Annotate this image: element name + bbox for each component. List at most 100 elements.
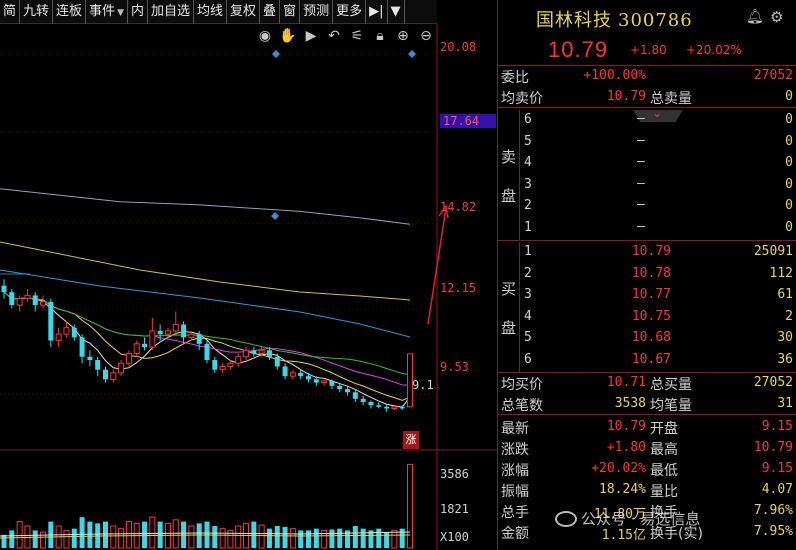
stats-row: 涨幅 +20.02% 最低 9.15 (498, 459, 796, 480)
volume-bar (118, 528, 125, 549)
stat-label: 最新 (501, 421, 529, 437)
hand-icon[interactable]: ✋ (278, 26, 298, 46)
eye-icon[interactable]: ◉ (255, 26, 275, 46)
candle-body (110, 372, 117, 380)
stat-value: 18.24% (599, 482, 646, 497)
wechat-icon (555, 510, 577, 527)
toolbar-adjust-button[interactable]: 复权 (227, 0, 261, 24)
stat-label: 最低 (650, 463, 678, 479)
candle-body (219, 365, 226, 371)
ask-level: 2 (524, 198, 532, 213)
y-axis-label: 20.08 (440, 40, 477, 54)
toolbar-menu-caret-icon[interactable]: ▼ (388, 0, 405, 24)
volume-bar (298, 530, 304, 548)
toolbar-limit-up-button[interactable]: 连板 (53, 0, 87, 24)
ask-level-row[interactable]: 2 – 0 (520, 196, 796, 218)
ask-level-row[interactable]: 3 – 0 (520, 175, 796, 197)
candle-body (368, 402, 374, 406)
candle-body (321, 380, 328, 384)
candle-body (133, 343, 140, 355)
volume-axis-label: 3586 (440, 467, 469, 481)
bid-level-row[interactable]: 3 10.77 61 (520, 285, 796, 307)
ask-level-row[interactable]: 4 – 0 (520, 153, 796, 175)
bid-level-row[interactable]: 2 10.78 112 (520, 264, 796, 286)
zoom-in-icon[interactable]: ⊕ (393, 26, 413, 46)
stat-label: 涨幅 (501, 463, 529, 479)
volume-bar (266, 528, 272, 548)
candle-body (212, 360, 218, 370)
collapse-panel-icon[interactable]: ▶| (366, 0, 388, 24)
ask-level-row[interactable]: 5 – 0 (520, 132, 796, 154)
ask-price: – (637, 132, 645, 148)
stat-value: 10.79 (606, 419, 646, 434)
volume-bar (235, 525, 242, 549)
ask-level: 3 (524, 176, 532, 192)
toolbar-more-button[interactable]: 更多 (333, 0, 367, 24)
candle-body (79, 337, 85, 357)
toolbar-overlay-button[interactable]: 叠 (260, 0, 281, 24)
bid-level-row[interactable]: 5 10.68 30 (520, 328, 796, 350)
marker-diamond (272, 50, 280, 58)
candle-body (40, 301, 47, 306)
candle-body (24, 294, 31, 300)
wand-icon[interactable]: ⚟ (347, 26, 367, 46)
candle-body (329, 381, 335, 386)
volume-bar (219, 528, 226, 549)
undo-icon[interactable]: ↶ (324, 26, 344, 46)
marker-diamond (408, 50, 416, 58)
toolbar-add-watchlist-button[interactable]: 加自选 (148, 0, 195, 24)
ask-level-row[interactable]: 1 – 0 (520, 218, 796, 240)
weibi-row: 委比 +100.00% 27052 (498, 66, 796, 87)
trades-label: 总笔数 (501, 398, 543, 414)
ask-price: – (637, 175, 645, 191)
volume-bar (32, 530, 38, 548)
bid-book: 买 盘 1 10.79 25091 2 10.78 112 3 10.77 61 4 10.75 2 5… (498, 242, 796, 373)
ask-level: 4 (524, 155, 532, 170)
weibi-pct: +100.00% (583, 68, 646, 83)
stat-label: 金额 (501, 526, 529, 542)
candle-body (313, 379, 319, 383)
candle-body (391, 406, 398, 409)
toolbar-ma-button[interactable]: 均线 (194, 0, 228, 24)
candle-body (289, 372, 296, 377)
bid-level-row[interactable]: 1 10.79 25091 (520, 242, 796, 264)
zoom-out-icon[interactable]: ⊖ (416, 26, 436, 46)
candle-body (71, 327, 77, 338)
bid-level-row[interactable]: 4 10.75 2 (520, 307, 796, 329)
gear-icon[interactable]: ⚙ (770, 8, 783, 26)
lock-icon[interactable]: 🔒︎ (370, 26, 390, 46)
ask-avg-row: 均卖价 10.79 总卖量 0 (498, 87, 796, 108)
stat-value: +20.02% (591, 461, 646, 476)
ask-price: – (637, 111, 645, 126)
volume-bar (157, 521, 163, 548)
ask-level-row[interactable]: 6 – 0 (520, 110, 796, 132)
trades-row: 总笔数 3538 均笔量 31 (498, 394, 796, 415)
bid-level-row[interactable]: 6 10.67 36 (520, 350, 796, 372)
bid-price: 10.75 (631, 308, 671, 324)
toolbar-window-button[interactable]: 窗 (280, 0, 301, 24)
toolbar-events-button[interactable]: 事件 ▼ (86, 0, 128, 24)
bid-volume: 30 (777, 330, 793, 345)
toolbar-forecast-button[interactable]: 预测 (300, 0, 334, 24)
play-icon[interactable]: ▶ (301, 26, 321, 46)
volume-bar (274, 526, 280, 548)
stat-value: 9.15 (761, 461, 793, 476)
volume-bar (1, 534, 7, 548)
kline-chart[interactable]: 20.08 17.64 14.82 12.15 9.53 9.1 涨 3586 … (0, 24, 497, 550)
toolbar-nine-turn-button[interactable]: 九转 (20, 0, 54, 24)
candle-body (384, 406, 390, 409)
volume-bar (110, 525, 117, 549)
toolbar-inner-button[interactable]: 内 (128, 0, 148, 24)
bid-avg-row: 均买价 10.71 总买量 27052 (498, 373, 796, 394)
toolbar-simplified-button[interactable]: 简 (0, 0, 21, 24)
bell-icon[interactable]: 🔔︎ (746, 9, 764, 25)
chevron-down-icon: ▼ (117, 8, 124, 18)
stats-row: 振幅 18.24% 量比 4.07 (498, 480, 796, 501)
stats-row: 涨跌 +1.80 最高 10.79 (498, 438, 796, 459)
volume-bar (63, 529, 70, 549)
candle-body (55, 333, 62, 342)
volume-bar (196, 523, 202, 548)
candle-body (196, 334, 202, 344)
watermark-text: 公众号 · 易选信息 (581, 510, 701, 528)
stat-value: 7.95% (753, 524, 793, 539)
